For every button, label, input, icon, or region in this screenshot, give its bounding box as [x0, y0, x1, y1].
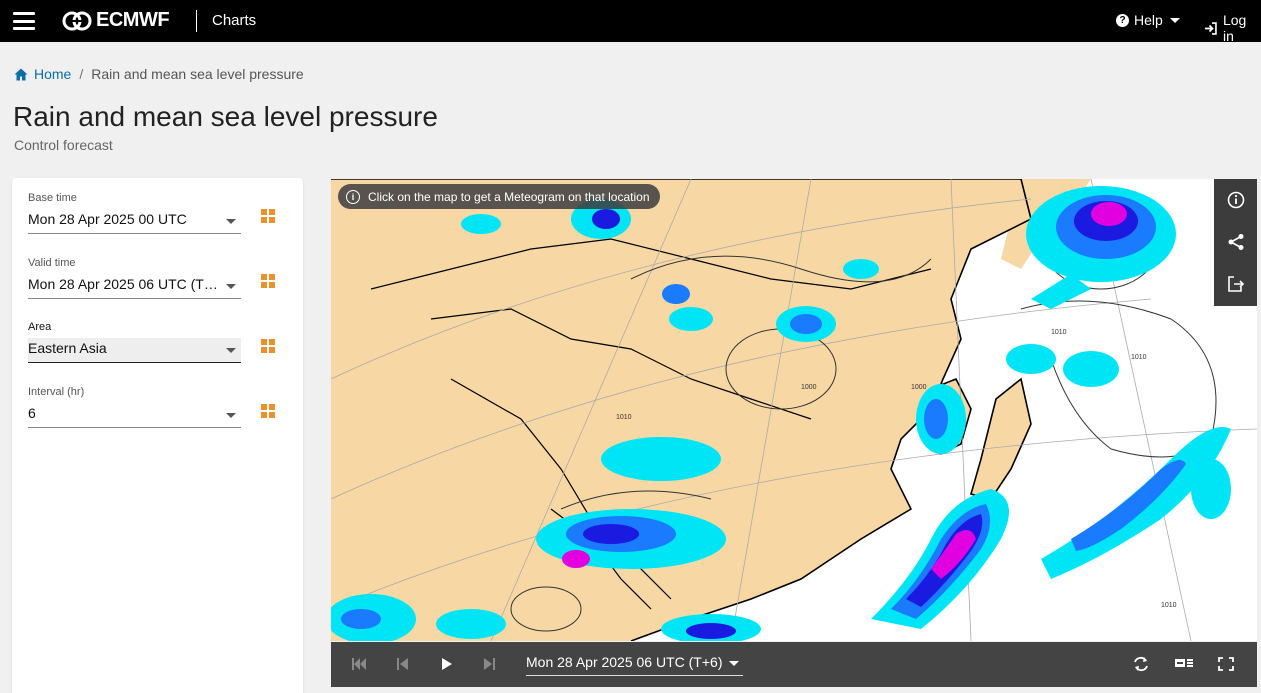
chevron-down-icon [226, 219, 236, 224]
help-menu[interactable]: ? Help [1116, 12, 1180, 28]
interval-label: Interval (hr) [28, 386, 85, 398]
isobar-label: 1010 [1131, 354, 1147, 361]
info-icon: i [346, 189, 360, 204]
top-navigation-bar: ECMWF Charts ? Help Log in [0, 0, 1261, 44]
info-button[interactable] [1214, 179, 1257, 221]
area-label: Area [28, 321, 52, 333]
forecast-map[interactable]: 1000 1010 1010 1000 1000 1010 1010 [331, 179, 1257, 641]
base-time-value: Mon 28 Apr 2025 00 UTC [28, 211, 187, 227]
breadcrumb: Home / Rain and mean sea level pressure [14, 66, 304, 82]
previous-frame-icon[interactable] [396, 654, 410, 674]
valid-time-select[interactable]: Mon 28 Apr 2025 06 UTC (T+6) [28, 274, 241, 299]
menu-icon[interactable] [13, 12, 35, 30]
breadcrumb-home-label: Home [34, 66, 72, 82]
ecmwf-logo[interactable]: ECMWF [62, 9, 170, 32]
base-time-field: Base time Mon 28 Apr 2025 00 UTC [28, 192, 241, 234]
area-field: Area Eastern Asia [28, 321, 241, 363]
valid-time-label: Valid time [28, 257, 76, 269]
tooltip-text: Click on the map to get a Meteogram on t… [368, 189, 650, 204]
meteogram-tooltip: i Click on the map to get a Meteogram on… [338, 184, 660, 209]
export-button[interactable] [1214, 263, 1257, 305]
map-side-toolbar [1214, 179, 1257, 306]
area-grid-icon[interactable] [261, 339, 275, 353]
interval-grid-icon[interactable] [261, 404, 275, 418]
breadcrumb-separator: / [79, 66, 84, 82]
share-button[interactable] [1214, 221, 1257, 263]
animation-controls: Mon 28 Apr 2025 06 UTC (T+6) [331, 642, 1257, 687]
chevron-down-icon [226, 284, 236, 289]
breadcrumb-home[interactable]: Home [14, 66, 71, 82]
question-icon: ? [1116, 13, 1129, 27]
interval-field: Interval (hr) 6 [28, 386, 241, 428]
base-time-label: Base time [28, 192, 77, 204]
chevron-down-icon [226, 413, 236, 418]
valid-time-value: Mon 28 Apr 2025 06 UTC (T+6) [28, 276, 225, 292]
chevron-down-icon [226, 348, 236, 353]
current-time-value: Mon 28 Apr 2025 06 UTC (T+6) [526, 654, 723, 670]
play-icon[interactable] [440, 654, 454, 674]
page-subtitle: Control forecast [14, 137, 113, 153]
base-time-grid-icon[interactable] [261, 209, 275, 223]
header-divider [196, 10, 197, 32]
logo-mark-icon [62, 11, 92, 30]
valid-time-field: Valid time Mon 28 Apr 2025 06 UTC (T+6) [28, 257, 241, 299]
help-label: Help [1134, 12, 1163, 28]
area-value: Eastern Asia [28, 340, 107, 356]
isobar-label: 1000 [911, 384, 927, 391]
login-icon [1204, 21, 1217, 35]
isobar-label: 1010 [1051, 329, 1067, 336]
chevron-down-icon [1169, 17, 1180, 23]
home-icon [14, 68, 28, 80]
fullscreen-icon[interactable] [1218, 654, 1234, 674]
area-select[interactable]: Eastern Asia [28, 338, 241, 363]
charts-link[interactable]: Charts [212, 12, 256, 29]
base-time-select[interactable]: Mon 28 Apr 2025 00 UTC [28, 209, 241, 234]
isobar-label: 1010 [616, 414, 632, 421]
breadcrumb-current: Rain and mean sea level pressure [91, 66, 304, 82]
refresh-icon[interactable] [1132, 654, 1150, 674]
chart-options-panel: Base time Mon 28 Apr 2025 00 UTC Valid t… [12, 178, 303, 693]
next-frame-icon[interactable] [482, 654, 496, 674]
isobar-label: 1000 [801, 384, 817, 391]
valid-time-grid-icon[interactable] [261, 274, 275, 288]
legend-icon[interactable] [1174, 654, 1194, 674]
map-canvas[interactable]: 1000 1010 1010 1000 1000 1010 1010 [331, 179, 1257, 641]
login-link[interactable]: Log in [1204, 12, 1261, 44]
first-frame-icon[interactable] [351, 654, 367, 674]
info-icon [1227, 191, 1244, 209]
export-icon [1227, 276, 1244, 292]
chevron-down-icon [728, 661, 739, 666]
interval-select[interactable]: 6 [28, 403, 241, 428]
page-title: Rain and mean sea level pressure [13, 101, 438, 132]
valid-time-selector[interactable]: Mon 28 Apr 2025 06 UTC (T+6) [526, 654, 743, 676]
share-icon [1228, 234, 1243, 250]
login-label: Log in [1222, 12, 1247, 44]
interval-value: 6 [28, 405, 36, 421]
logo-text: ECMWF [96, 9, 170, 31]
isobar-label: 1010 [1161, 602, 1177, 609]
